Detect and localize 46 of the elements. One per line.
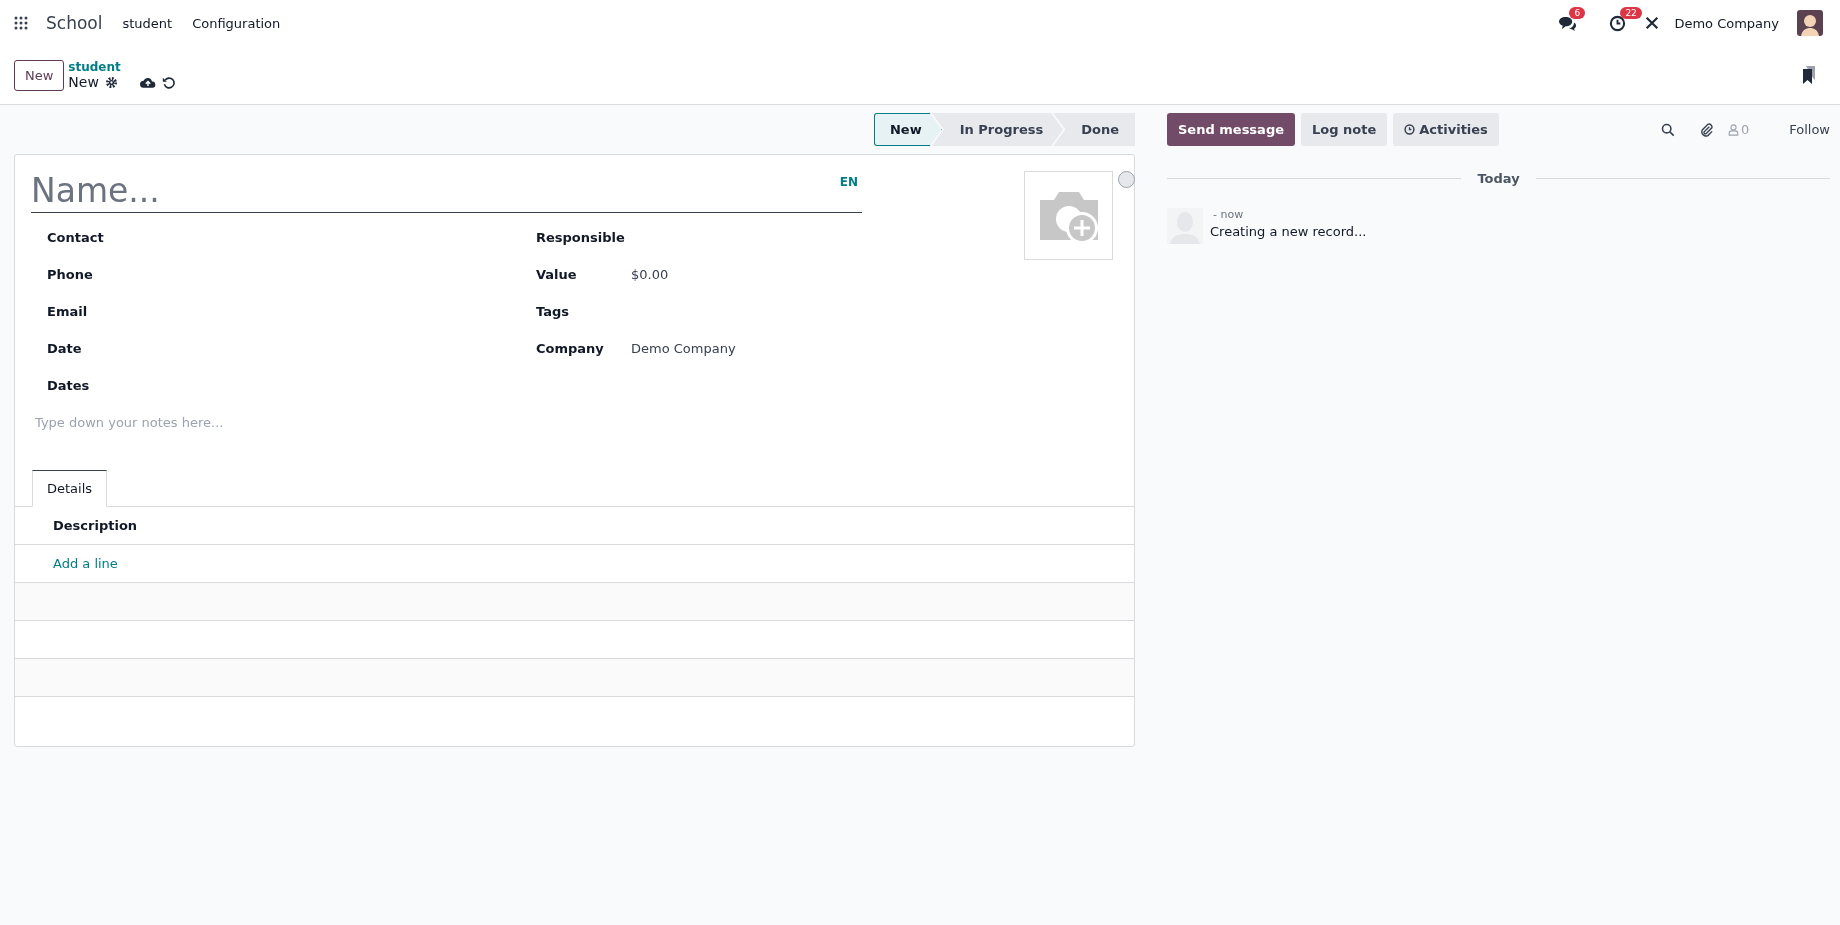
- field-label: Date: [47, 341, 83, 356]
- undo-icon[interactable]: [161, 75, 175, 89]
- chat-icon[interactable]: [1558, 14, 1578, 32]
- name-input-field[interactable]: Name... EN: [31, 171, 862, 213]
- paperclip-icon[interactable]: [1698, 122, 1714, 137]
- new-button[interactable]: New: [14, 59, 65, 91]
- status-stage[interactable]: Done: [1053, 113, 1135, 146]
- chatter-button[interactable]: Send message: [1167, 113, 1295, 146]
- company-switcher[interactable]: Demo Company: [1674, 15, 1779, 31]
- field-label: Value: [536, 267, 578, 282]
- cloud-upload-icon[interactable]: [139, 75, 156, 89]
- notebook-tab[interactable]: Details: [32, 470, 108, 507]
- menu-item[interactable]: Configuration: [192, 15, 281, 31]
- record-title: New: [68, 74, 99, 90]
- message-time: - now: [1212, 208, 1245, 221]
- app-name[interactable]: School: [46, 13, 103, 33]
- date-separator: Today: [1477, 171, 1520, 186]
- message-text: Creating a new record...: [1210, 224, 1367, 239]
- menu-item[interactable]: student: [122, 15, 173, 31]
- breadcrumb-link[interactable]: student: [68, 60, 175, 74]
- follow-button[interactable]: Follow: [1789, 122, 1830, 137]
- status-stage[interactable]: New: [874, 113, 942, 146]
- status-stage[interactable]: In Progress: [931, 113, 1064, 146]
- field-value[interactable]: Demo Company: [631, 341, 736, 356]
- notification-badge: 22: [1620, 6, 1642, 19]
- field-label: Email: [47, 304, 89, 319]
- column-header[interactable]: Description: [53, 518, 138, 533]
- field-value[interactable]: $0.00: [631, 267, 669, 282]
- language-link[interactable]: EN: [839, 175, 858, 189]
- notification-badge: 6: [1569, 6, 1586, 19]
- user-avatar[interactable]: [1797, 10, 1823, 36]
- clock-icon: [1404, 124, 1416, 135]
- search-icon[interactable]: [1660, 122, 1675, 137]
- field-label: Responsible: [536, 230, 626, 245]
- field-label: Tags: [536, 304, 570, 319]
- field-label: Contact: [47, 230, 105, 245]
- field-label: Phone: [47, 267, 94, 282]
- field-label: Dates: [47, 378, 91, 393]
- chatter-button[interactable]: Log note: [1301, 113, 1388, 146]
- clock-icon[interactable]: [1609, 14, 1627, 32]
- add-line-link[interactable]: Add a line: [53, 556, 118, 571]
- bookmark-icon[interactable]: [1802, 66, 1816, 84]
- gear-icon[interactable]: [104, 75, 118, 89]
- field-label: Company: [536, 341, 605, 356]
- chatter-button[interactable]: Activities: [1393, 113, 1499, 146]
- apps-menu-icon[interactable]: [14, 16, 28, 30]
